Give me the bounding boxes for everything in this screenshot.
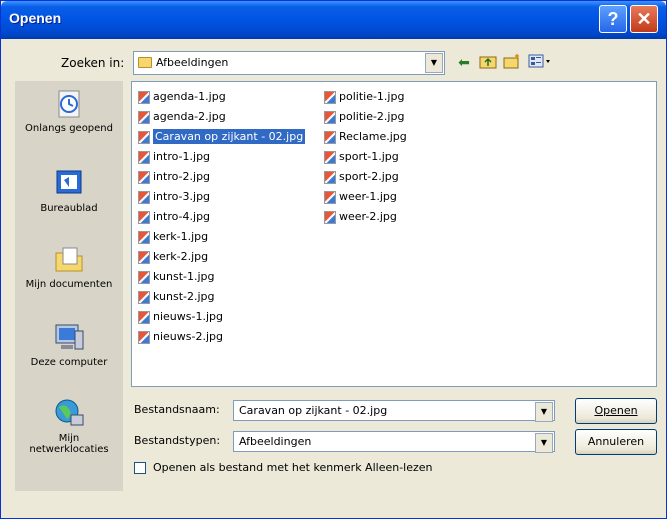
filetype-select[interactable]: Afbeeldingen ▼	[233, 431, 555, 453]
file-item[interactable]: kunst-2.jpg	[138, 288, 215, 306]
file-item[interactable]: intro-2.jpg	[138, 168, 210, 186]
image-file-icon	[324, 210, 336, 224]
open-dialog: Openen ? ✕ Zoeken in: Afbeeldingen ▼ ⬅ O…	[0, 0, 667, 519]
image-file-icon	[138, 330, 150, 344]
cancel-button[interactable]: Annuleren	[575, 429, 657, 455]
place-desktop[interactable]: Bureaublad	[15, 167, 123, 214]
look-in-dropdown[interactable]: Afbeeldingen ▼	[133, 51, 445, 75]
place-documents[interactable]: Mijn documenten	[15, 243, 123, 290]
readonly-label[interactable]: Openen als bestand met het kenmerk Allee…	[153, 461, 433, 474]
look-in-value: Afbeeldingen	[156, 56, 229, 69]
file-item[interactable]: agenda-2.jpg	[138, 108, 226, 126]
file-item[interactable]: nieuws-1.jpg	[138, 308, 223, 326]
image-file-icon	[324, 170, 336, 184]
my-computer-icon	[53, 321, 85, 353]
file-item[interactable]: Reclame.jpg	[324, 128, 407, 146]
places-bar: Onlangs geopend Bureaublad Mijn document…	[15, 81, 123, 491]
file-item[interactable]: nieuws-2.jpg	[138, 328, 223, 346]
file-item[interactable]: intro-1.jpg	[138, 148, 210, 166]
help-button[interactable]: ?	[599, 5, 627, 33]
back-icon[interactable]: ⬅	[453, 53, 475, 73]
file-item[interactable]: intro-3.jpg	[138, 188, 210, 206]
filetype-value: Afbeeldingen	[239, 435, 312, 448]
image-file-icon	[324, 130, 336, 144]
place-label-computer: Deze computer	[30, 357, 108, 368]
image-file-icon	[138, 310, 150, 324]
file-item[interactable]: intro-4.jpg	[138, 208, 210, 226]
chevron-down-icon[interactable]: ▼	[535, 402, 553, 422]
image-file-icon	[138, 190, 150, 204]
title-bar[interactable]: Openen ? ✕	[1, 1, 666, 39]
place-computer[interactable]: Deze computer	[15, 321, 123, 368]
file-item[interactable]: sport-2.jpg	[324, 168, 399, 186]
network-places-icon	[53, 397, 85, 429]
image-file-icon	[138, 270, 150, 284]
desktop-icon	[53, 167, 85, 199]
file-item[interactable]: weer-1.jpg	[324, 188, 397, 206]
new-folder-icon[interactable]	[501, 53, 523, 73]
filename-value: Caravan op zijkant - 02.jpg	[239, 404, 388, 417]
place-label-desktop: Bureaublad	[40, 203, 98, 214]
place-recent[interactable]: Onlangs geopend	[15, 87, 123, 134]
file-item[interactable]: kerk-1.jpg	[138, 228, 208, 246]
image-file-icon	[324, 190, 336, 204]
image-file-icon	[138, 210, 150, 224]
file-item[interactable]: kunst-1.jpg	[138, 268, 215, 286]
folder-icon	[138, 57, 152, 68]
up-folder-icon[interactable]	[477, 53, 499, 73]
image-file-icon	[138, 110, 150, 124]
image-file-icon	[138, 290, 150, 304]
window-title: Openen	[9, 10, 62, 26]
place-label-documents: Mijn documenten	[25, 279, 113, 290]
filename-input[interactable]: Caravan op zijkant - 02.jpg ▼	[233, 400, 555, 422]
view-menu-icon[interactable]	[527, 53, 555, 73]
chevron-down-icon[interactable]: ▼	[535, 433, 553, 453]
image-file-icon	[138, 150, 150, 164]
recent-icon	[53, 87, 85, 119]
open-button[interactable]: Openen	[575, 398, 657, 424]
file-item-selected[interactable]: Caravan op zijkant - 02.jpg	[138, 128, 306, 146]
file-list[interactable]: agenda-1.jpg agenda-2.jpg Caravan op zij…	[131, 81, 657, 387]
readonly-checkbox[interactable]	[134, 462, 146, 474]
my-documents-icon	[53, 243, 85, 275]
filename-label: Bestandsnaam:	[134, 403, 220, 416]
file-item[interactable]: weer-2.jpg	[324, 208, 397, 226]
file-item[interactable]: kerk-2.jpg	[138, 248, 208, 266]
image-file-icon	[324, 150, 336, 164]
file-item[interactable]: agenda-1.jpg	[138, 88, 226, 106]
file-item[interactable]: politie-2.jpg	[324, 108, 404, 126]
chevron-down-icon[interactable]: ▼	[425, 53, 443, 73]
image-file-icon	[138, 90, 150, 104]
file-item[interactable]: sport-1.jpg	[324, 148, 399, 166]
image-file-icon	[138, 250, 150, 264]
image-file-icon	[138, 230, 150, 244]
image-file-icon	[324, 110, 336, 124]
image-file-icon	[324, 90, 336, 104]
look-in-label: Zoeken in:	[61, 56, 125, 70]
image-file-icon	[138, 170, 150, 184]
file-item[interactable]: politie-1.jpg	[324, 88, 404, 106]
filetype-label: Bestandstypen:	[134, 434, 221, 447]
close-button[interactable]: ✕	[630, 5, 658, 33]
place-label-recent: Onlangs geopend	[25, 123, 113, 134]
place-network[interactable]: Mijn netwerklocaties	[15, 397, 123, 455]
image-file-icon	[138, 130, 150, 144]
place-label-network: Mijn netwerklocaties	[29, 433, 109, 455]
